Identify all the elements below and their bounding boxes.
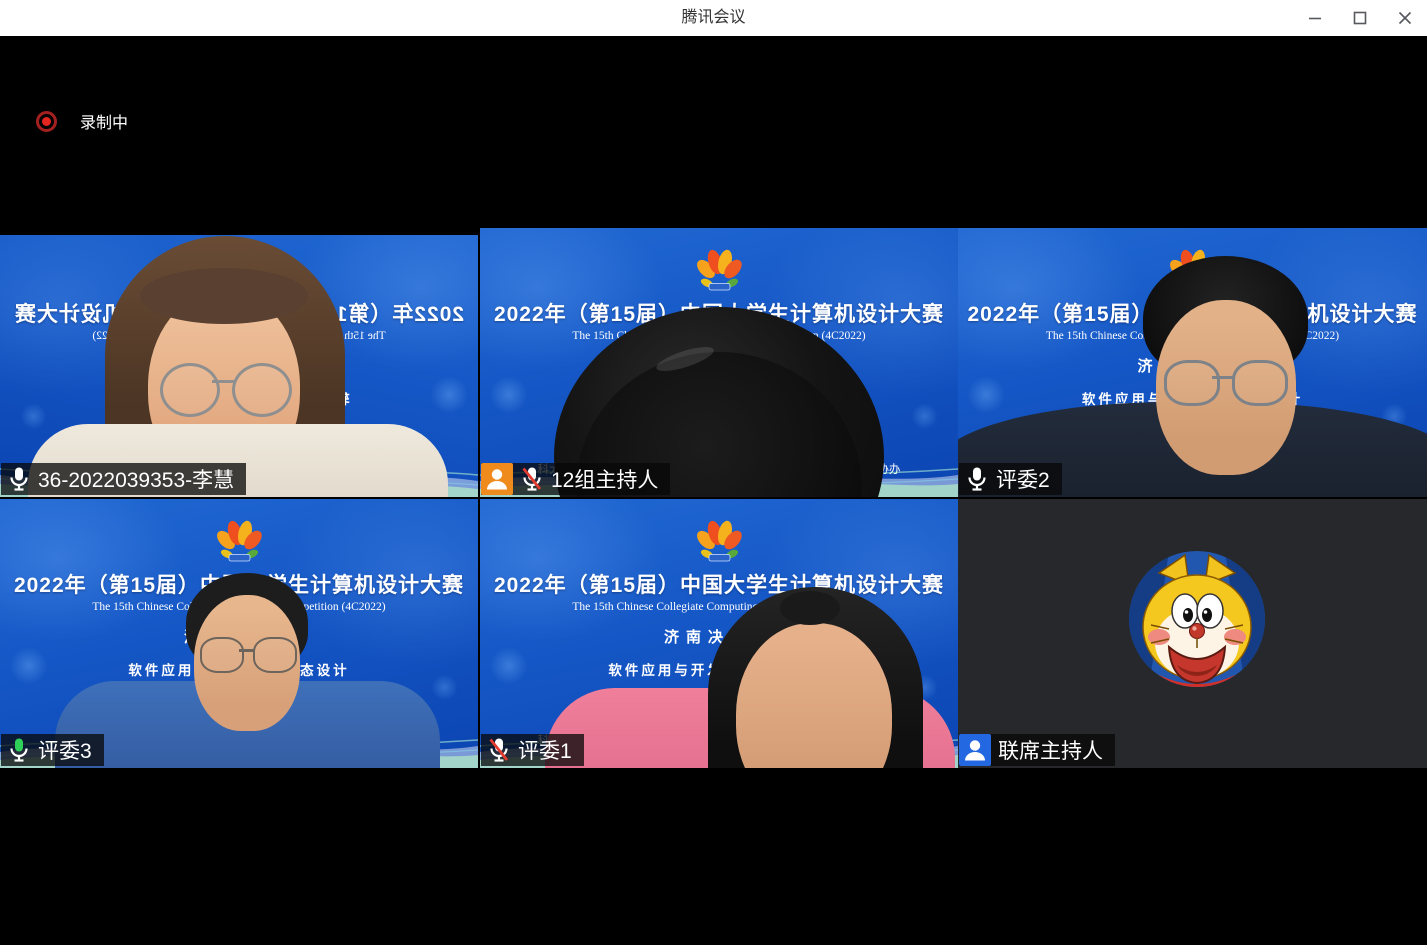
participant-name-label: 评委1: [481, 734, 584, 766]
close-button[interactable]: [1382, 0, 1427, 36]
participant-name-label: 12组主持人: [481, 463, 670, 495]
video-tile-group12-host[interactable]: 2022年（第15届）中国大学生计算机设计大赛 The 15th Chinese…: [480, 228, 958, 497]
participant-name-label: 评委2: [959, 463, 1062, 495]
video-tile-judge3[interactable]: 2022年（第15届）中国大学生计算机设计大赛 The 15th Chinese…: [0, 499, 478, 768]
participant-name-label: 联席主持人: [959, 734, 1115, 766]
close-icon: [1398, 11, 1412, 25]
window-controls: [1292, 0, 1427, 36]
participant-name: 评委2: [996, 464, 1050, 494]
avatar: [1129, 551, 1265, 687]
maximize-icon: [1353, 11, 1367, 25]
video-tile-li-hui[interactable]: 2022年（第15届）中国大学生计算机设计大赛 The 15th Chinese…: [0, 228, 478, 497]
recording-label: 录制中: [80, 109, 128, 133]
participant-name: 联席主持人: [998, 735, 1103, 765]
mic-muted-icon: [487, 737, 511, 763]
participant-name: 36-2022039353-李慧: [38, 464, 234, 494]
minimize-icon: [1308, 11, 1322, 25]
record-dot-icon: [36, 111, 57, 132]
minimize-button[interactable]: [1292, 0, 1337, 36]
participant-silhouette: [480, 499, 958, 768]
mic-muted-icon: [520, 466, 544, 492]
participant-silhouette: [0, 499, 478, 768]
participant-name-label: 36-2022039353-李慧: [1, 463, 246, 495]
participant-name: 评委3: [38, 735, 92, 765]
window-titlebar: 腾讯会议: [0, 0, 1427, 36]
host-badge-icon: [481, 463, 513, 495]
video-tile-cohost[interactable]: 联席主持人: [958, 499, 1427, 768]
maximize-button[interactable]: [1337, 0, 1382, 36]
participant-name: 12组主持人: [551, 464, 658, 494]
video-tile-judge1[interactable]: 2022年（第15届）中国大学生计算机设计大赛 The 15th Chinese…: [480, 499, 958, 768]
mic-icon: [965, 466, 989, 492]
video-tile-judge2[interactable]: 2022年（第15届）中国大学生计算机设计大赛 The 15th Chinese…: [958, 228, 1427, 497]
cartoon-cat-avatar-icon: [1129, 551, 1265, 687]
participant-silhouette: [0, 228, 478, 497]
video-letterbox: [0, 228, 478, 235]
participant-name-label: 评委3: [1, 734, 104, 766]
cohost-badge-icon: [959, 734, 991, 766]
recording-indicator: 录制中: [36, 109, 128, 133]
window-title: 腾讯会议: [0, 0, 1427, 36]
participant-silhouette: [480, 228, 958, 497]
mic-icon: [7, 466, 31, 492]
participant-silhouette: [958, 228, 1427, 497]
mic-speaking-icon: [7, 737, 31, 763]
participant-name: 评委1: [518, 735, 572, 765]
